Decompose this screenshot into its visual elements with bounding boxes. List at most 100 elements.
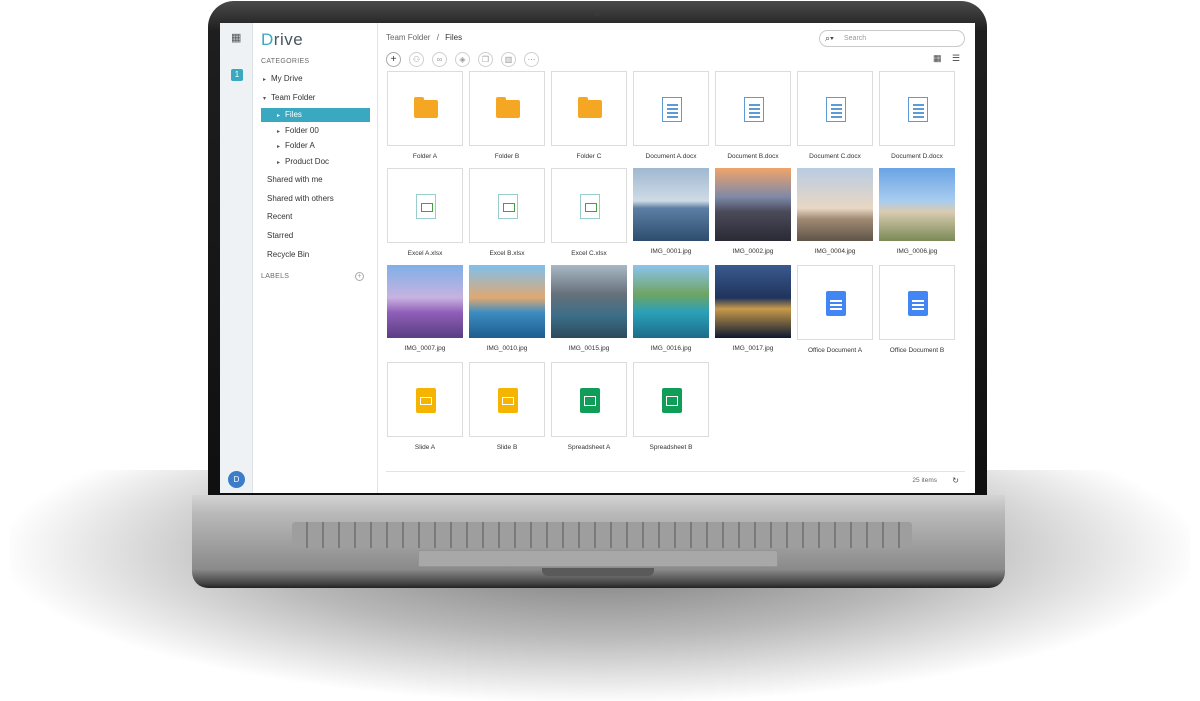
file-tile[interactable]: Folder A	[387, 71, 463, 161]
sidebar-item-team-folder[interactable]: ▾ Team Folder	[263, 91, 315, 105]
sidebar-item-folder-a[interactable]: ▸ Folder A	[277, 139, 315, 153]
file-name: IMG_0004.jpg	[814, 248, 856, 255]
sidebar-item-shared-with-others[interactable]: Shared with others	[267, 192, 334, 206]
app-rail: ▦ 1 D	[220, 23, 253, 493]
trash-icon[interactable]: ▥	[501, 52, 516, 67]
file-name: IMG_0006.jpg	[896, 248, 938, 255]
file-tile[interactable]: IMG_0016.jpg	[633, 265, 709, 353]
footer: 25 items ↻	[386, 471, 965, 485]
file-name: Excel B.xlsx	[489, 250, 525, 257]
slide-icon	[387, 362, 463, 437]
image-thumbnail	[797, 168, 873, 241]
image-thumbnail	[387, 265, 463, 338]
trackpad	[418, 550, 778, 567]
search-box[interactable]: ⌕▾ Search	[819, 30, 965, 47]
office-doc-icon	[797, 265, 873, 340]
file-tile[interactable]: Excel A.xlsx	[387, 168, 463, 258]
file-name: IMG_0010.jpg	[486, 345, 528, 352]
docx-icon	[797, 71, 873, 146]
file-tile[interactable]: Excel C.xlsx	[551, 168, 627, 258]
caret-right-icon: ▸	[277, 144, 281, 150]
file-name: Document C.docx	[809, 153, 861, 160]
notification-badge[interactable]: 1	[231, 69, 243, 81]
caret-down-icon: ▾	[263, 96, 267, 102]
list-view-icon[interactable]: ☰	[952, 53, 960, 64]
apps-grid-icon[interactable]: ▦	[231, 33, 242, 44]
file-tile[interactable]: Document D.docx	[879, 71, 955, 161]
avatar[interactable]: D	[228, 471, 245, 488]
file-tile[interactable]: Folder B	[469, 71, 545, 161]
sidebar-item-my-drive[interactable]: ▸ My Drive	[263, 72, 303, 86]
file-tile[interactable]: IMG_0015.jpg	[551, 265, 627, 353]
breadcrumb-parent[interactable]: Team Folder	[386, 33, 430, 42]
image-thumbnail	[633, 168, 709, 241]
main-panel: Team Folder / Files ⌕▾ Search + ⚇ ∞ ◈ ❐ …	[378, 23, 975, 493]
file-name: Spreadsheet B	[649, 444, 693, 451]
search-icon[interactable]: ⌕▾	[825, 33, 834, 44]
breadcrumb: Team Folder / Files	[386, 33, 462, 42]
laptop-mockup: ▦ 1 D Drive CATEGORIES ▸ My Drive ▾ Team F…	[0, 0, 1200, 701]
link-icon[interactable]: ∞	[432, 52, 447, 67]
image-thumbnail	[633, 265, 709, 338]
app-logo: Drive	[261, 30, 304, 49]
caret-right-icon: ▸	[277, 160, 281, 166]
office-doc-icon	[879, 265, 955, 340]
tag-icon[interactable]: ◈	[455, 52, 470, 67]
file-tile[interactable]: Spreadsheet B	[633, 362, 709, 452]
copy-icon[interactable]: ❐	[478, 52, 493, 67]
sidebar-item-recent[interactable]: Recent	[267, 210, 292, 224]
refresh-icon[interactable]: ↻	[952, 476, 959, 485]
app-window: ▦ 1 D Drive CATEGORIES ▸ My Drive ▾ Team F…	[220, 23, 975, 493]
file-tile[interactable]: Office Document A	[797, 265, 873, 355]
file-name: Document B.docx	[727, 153, 779, 160]
file-tile[interactable]: Folder C	[551, 71, 627, 161]
sidebar-item-product-doc[interactable]: ▸ Product Doc	[277, 155, 329, 169]
labels-heading: LABELS	[261, 273, 290, 280]
file-name: Slide A	[414, 444, 436, 451]
keyboard	[292, 522, 912, 548]
add-label-icon[interactable]: +	[355, 272, 364, 281]
more-icon[interactable]: ⋯	[524, 52, 539, 67]
file-name: Excel A.xlsx	[407, 250, 443, 257]
file-tile[interactable]: Document A.docx	[633, 71, 709, 161]
sidebar-item-shared-with-me[interactable]: Shared with me	[267, 173, 323, 187]
file-tile[interactable]: IMG_0017.jpg	[715, 265, 791, 353]
file-tile[interactable]: IMG_0001.jpg	[633, 168, 709, 256]
sidebar-item-folder-00[interactable]: ▸ Folder 00	[277, 124, 319, 138]
grid-view-icon[interactable]: ▦	[933, 53, 942, 64]
file-tile[interactable]: Spreadsheet A	[551, 362, 627, 452]
file-name: Folder C	[576, 153, 602, 160]
file-name: Folder A	[412, 153, 438, 160]
search-input[interactable]: Search	[844, 35, 866, 42]
spreadsheet-icon	[633, 362, 709, 437]
file-name: Slide B	[496, 444, 518, 451]
file-name: IMG_0007.jpg	[404, 345, 446, 352]
file-tile[interactable]: Document C.docx	[797, 71, 873, 161]
file-tile[interactable]: IMG_0010.jpg	[469, 265, 545, 353]
file-name: IMG_0015.jpg	[568, 345, 610, 352]
file-tile[interactable]: Slide B	[469, 362, 545, 452]
folder-icon	[387, 71, 463, 146]
file-name: Spreadsheet A	[567, 444, 611, 451]
image-thumbnail	[469, 265, 545, 338]
file-tile[interactable]: IMG_0006.jpg	[879, 168, 955, 256]
lid-notch	[542, 568, 654, 576]
file-tile[interactable]: IMG_0007.jpg	[387, 265, 463, 353]
sidebar-item-recycle-bin[interactable]: Recycle Bin	[267, 248, 309, 262]
file-name: IMG_0001.jpg	[650, 248, 692, 255]
file-tile[interactable]: Document B.docx	[715, 71, 791, 161]
file-tile[interactable]: IMG_0004.jpg	[797, 168, 873, 256]
categories-heading: CATEGORIES	[261, 58, 310, 65]
add-icon[interactable]: +	[386, 52, 401, 67]
share-user-icon[interactable]: ⚇	[409, 52, 424, 67]
sidebar-item-files[interactable]: ▸ Files	[261, 108, 370, 122]
spreadsheet-icon	[551, 362, 627, 437]
xlsx-icon	[387, 168, 463, 243]
xlsx-icon	[469, 168, 545, 243]
file-name: IMG_0017.jpg	[732, 345, 774, 352]
file-tile[interactable]: Office Document B	[879, 265, 955, 355]
file-tile[interactable]: Excel B.xlsx	[469, 168, 545, 258]
file-tile[interactable]: IMG_0002.jpg	[715, 168, 791, 256]
sidebar-item-starred[interactable]: Starred	[267, 229, 293, 243]
file-tile[interactable]: Slide A	[387, 362, 463, 452]
